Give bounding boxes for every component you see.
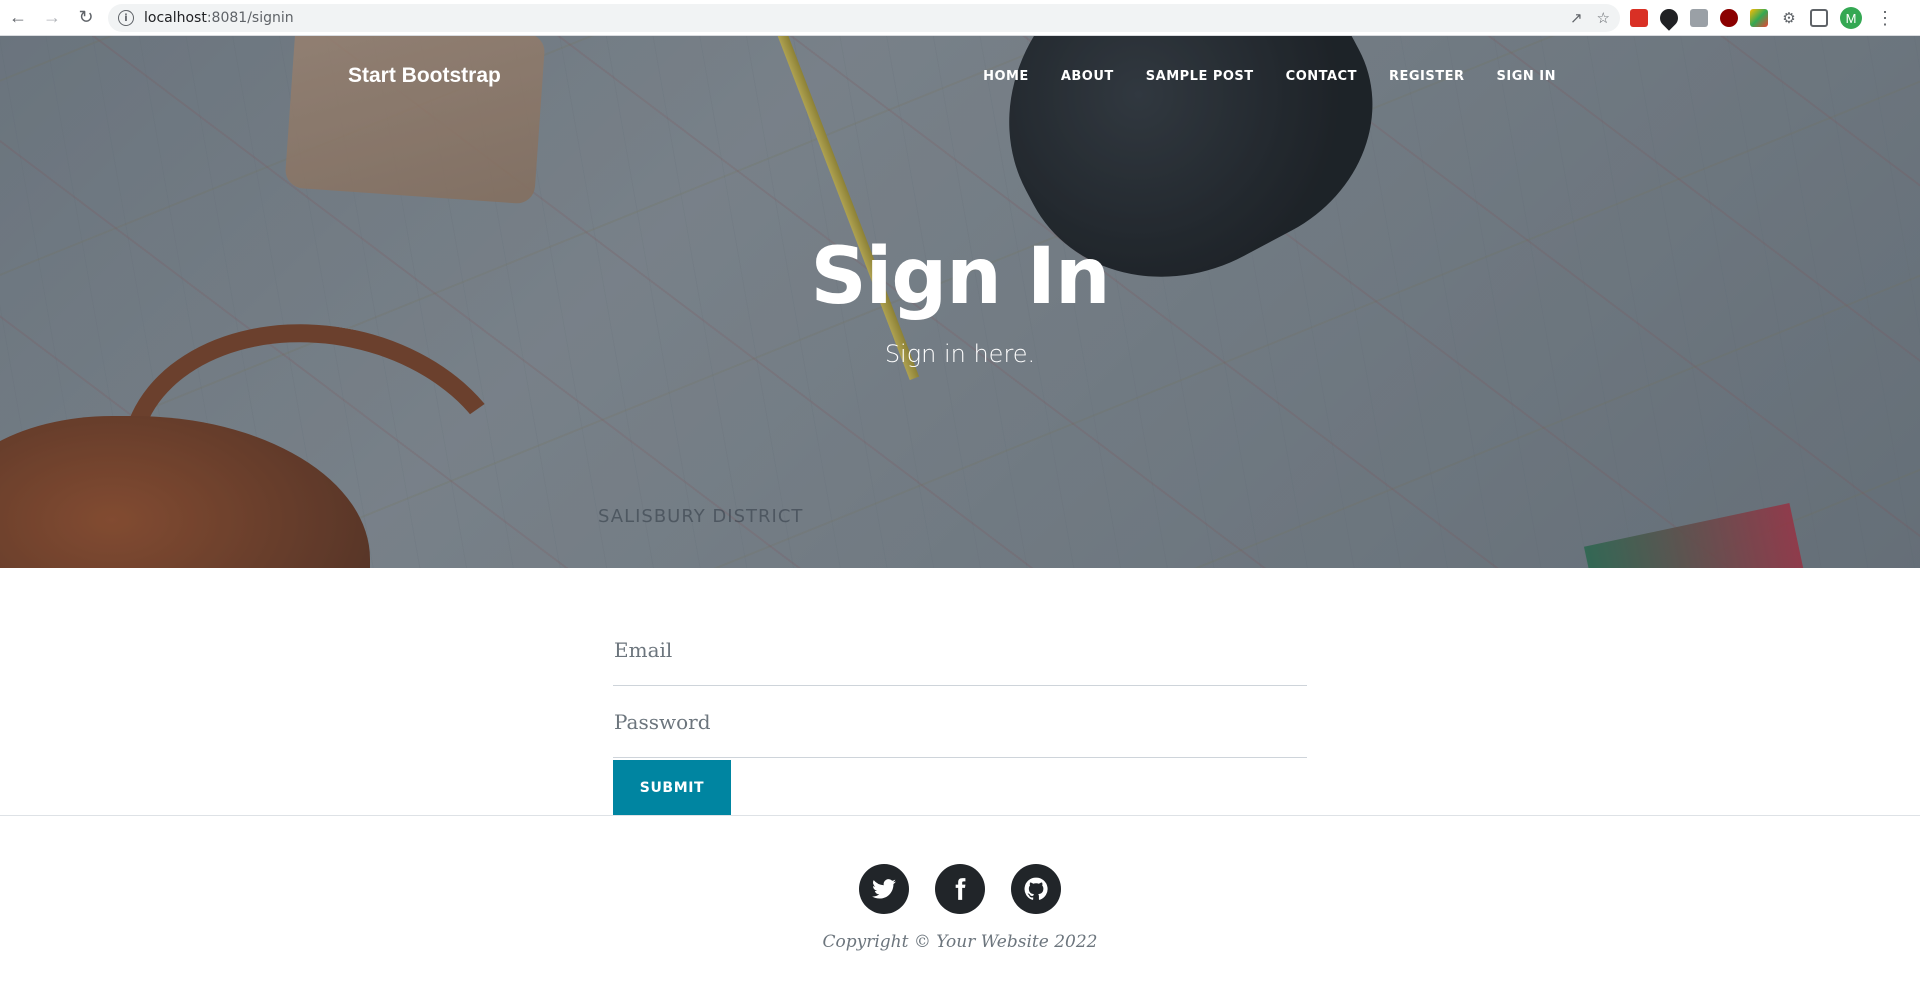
- url-host: localhost: [144, 10, 207, 26]
- browser-menu-icon[interactable]: ⋮: [1876, 8, 1894, 29]
- extension-pin-icon[interactable]: [1656, 5, 1682, 31]
- extension-color-icon[interactable]: [1750, 9, 1768, 27]
- email-field-wrapper: [613, 614, 1307, 686]
- extension-grey-icon[interactable]: [1690, 9, 1708, 27]
- extensions-bar: ⚙ M ⋮: [1630, 4, 1894, 32]
- nav-register[interactable]: REGISTER: [1389, 69, 1465, 84]
- brand-link[interactable]: Start Bootstrap: [348, 64, 501, 88]
- signin-form: [613, 614, 1307, 758]
- browser-toolbar: ← → ↻ i localhost:8081/signin ↗ ☆ ⚙ M ⋮: [0, 0, 1920, 36]
- forward-icon[interactable]: →: [36, 2, 68, 34]
- facebook-link[interactable]: [935, 864, 985, 914]
- github-icon: [1024, 877, 1048, 900]
- main-nav: Start Bootstrap HOME ABOUT SAMPLE POST C…: [0, 36, 1920, 116]
- address-bar[interactable]: i localhost:8081/signin ↗ ☆: [108, 4, 1620, 32]
- profile-avatar[interactable]: M: [1840, 7, 1862, 29]
- nav-home[interactable]: HOME: [983, 69, 1029, 84]
- github-link[interactable]: [1011, 864, 1061, 914]
- page-subtitle: Sign in here.: [884, 340, 1036, 368]
- ublock-icon[interactable]: [1720, 9, 1738, 27]
- extension-red-icon[interactable]: [1630, 9, 1648, 27]
- footer-divider: [0, 815, 1920, 816]
- submit-button[interactable]: SUBMIT: [613, 760, 731, 815]
- email-input[interactable]: [613, 614, 1307, 685]
- nav-links: HOME ABOUT SAMPLE POST CONTACT REGISTER …: [983, 69, 1556, 84]
- nav-sample-post[interactable]: SAMPLE POST: [1146, 69, 1254, 84]
- url-path: :8081/signin: [206, 10, 294, 26]
- password-field-wrapper: [613, 686, 1307, 758]
- masthead: SALISBURY DISTRICT Start Bootstrap HOME …: [0, 36, 1920, 568]
- nav-sign-in[interactable]: SIGN IN: [1497, 69, 1557, 84]
- nav-about[interactable]: ABOUT: [1061, 69, 1114, 84]
- social-links: [0, 864, 1920, 914]
- copyright-text: Copyright © Your Website 2022: [822, 932, 1098, 952]
- sidebar-panel-icon[interactable]: [1810, 9, 1828, 27]
- facebook-icon: [955, 878, 966, 900]
- twitter-icon: [872, 879, 896, 899]
- extensions-puzzle-icon[interactable]: ⚙: [1780, 9, 1798, 27]
- twitter-link[interactable]: [859, 864, 909, 914]
- page-title: Sign In: [810, 232, 1111, 322]
- share-icon[interactable]: ↗: [1570, 9, 1583, 27]
- bookmark-star-icon[interactable]: ☆: [1597, 9, 1610, 27]
- nav-contact[interactable]: CONTACT: [1286, 69, 1357, 84]
- password-input[interactable]: [613, 686, 1307, 757]
- back-icon[interactable]: ←: [2, 2, 34, 34]
- reload-icon[interactable]: ↻: [70, 2, 102, 34]
- site-info-icon[interactable]: i: [118, 10, 134, 26]
- url-text[interactable]: localhost:8081/signin: [144, 10, 294, 26]
